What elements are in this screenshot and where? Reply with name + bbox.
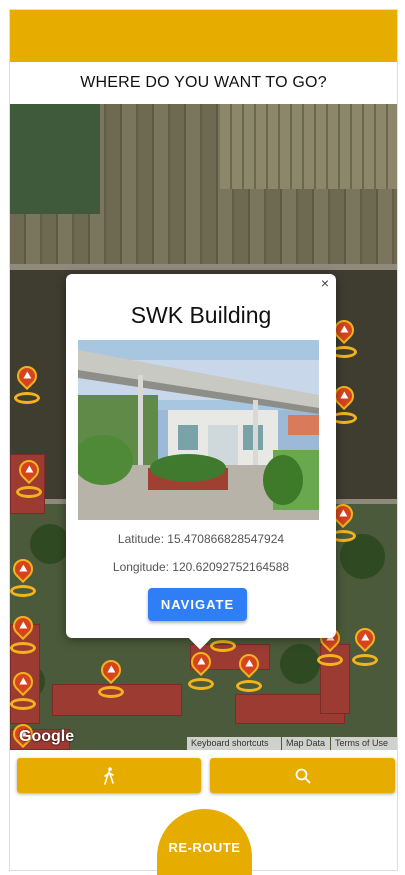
google-logo: Google: [19, 728, 75, 745]
building-photo-illustration: [78, 340, 319, 520]
walk-mode-button[interactable]: [17, 758, 201, 793]
top-bar: [10, 10, 397, 62]
location-marker[interactable]: [14, 455, 44, 500]
location-marker[interactable]: [186, 647, 216, 692]
latitude-text: Latitude: 15.470866828547924: [117, 532, 285, 546]
popup-title: SWK Building: [130, 302, 272, 328]
search-button[interactable]: [210, 758, 395, 793]
location-marker[interactable]: [12, 361, 42, 406]
location-marker[interactable]: [10, 554, 38, 599]
map-data-link[interactable]: Map Data: [282, 737, 330, 750]
keyboard-shortcuts-link[interactable]: Keyboard shortcuts: [187, 737, 281, 750]
location-marker[interactable]: [96, 655, 126, 700]
longitude-text: Longitude: 120.62092752164588: [112, 560, 290, 574]
road: [10, 264, 397, 270]
farmland-strip: [220, 104, 397, 189]
walking-person-icon: [104, 766, 114, 785]
location-marker[interactable]: [10, 611, 38, 656]
location-marker[interactable]: [234, 649, 264, 694]
navigate-button[interactable]: NAVIGATE: [148, 588, 247, 621]
tree: [30, 524, 70, 564]
location-marker[interactable]: [10, 667, 38, 712]
location-info-popup: × SWK Building Latitude: 15.470866828547…: [66, 274, 336, 650]
location-marker[interactable]: [350, 623, 380, 668]
close-icon[interactable]: ×: [318, 276, 332, 290]
app-screen: WHERE DO YOU WANT TO GO? Google Keyboard…: [0, 0, 405, 875]
tree: [280, 644, 320, 684]
page-title: WHERE DO YOU WANT TO GO?: [10, 62, 397, 104]
green-field: [10, 104, 100, 214]
building-photo: [78, 340, 319, 520]
search-icon: [295, 768, 310, 783]
terms-of-use-link[interactable]: Terms of Use: [331, 737, 397, 750]
